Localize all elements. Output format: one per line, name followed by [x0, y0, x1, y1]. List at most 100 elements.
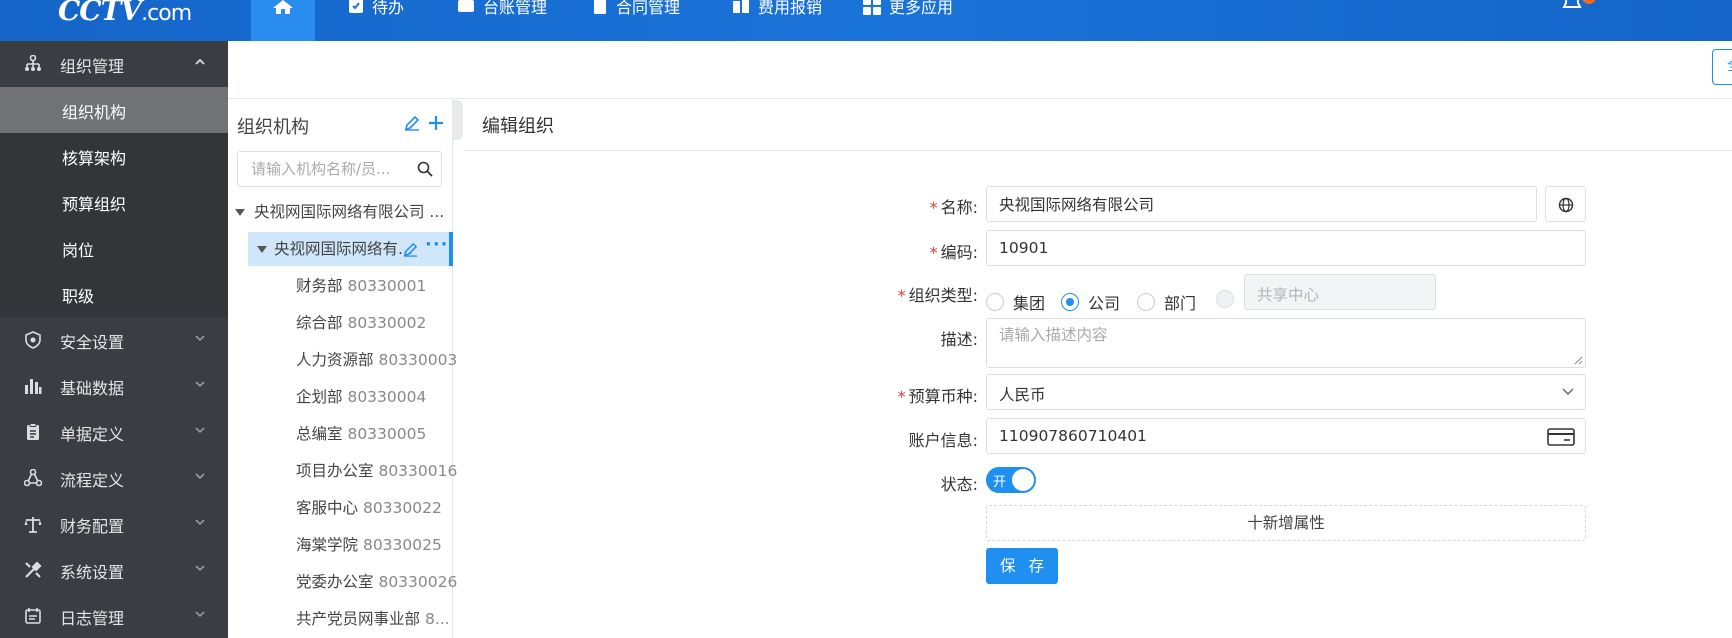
sidebar-group-label: 安全设置 [60, 333, 125, 352]
radio-circle-checked[interactable] [1061, 293, 1079, 311]
radio-department-type[interactable]: 部门 [1137, 290, 1196, 314]
tree-node-selected[interactable]: 央视网国际网络有... ··· [248, 232, 453, 266]
radio-company-type[interactable]: 公司 [1061, 290, 1120, 314]
tree-node-child[interactable]: 共产党员网事业部 8... [228, 602, 453, 636]
tree-node-child[interactable]: 客服中心 80330022 [228, 491, 453, 525]
sidebar-group-log-management[interactable]: 日志管理 [0, 593, 228, 638]
caret-down-icon[interactable] [235, 209, 245, 216]
org-type-label: * 组织类型: [898, 282, 978, 306]
caret-down-icon[interactable] [257, 246, 267, 253]
sidebar-item-org-structure[interactable]: 组织机构 [0, 87, 228, 133]
currency-select[interactable]: 人民币 [986, 374, 1586, 410]
sidebar-group-security[interactable]: 安全设置 [0, 317, 228, 363]
org-type-label-text: 组织类型: [908, 286, 978, 305]
tree-node-root[interactable]: 央视网国际网络有限公司 ... [228, 195, 453, 229]
add-attribute-button[interactable]: 十新增属性 [986, 505, 1586, 541]
tree-node-child[interactable]: 项目办公室 80330016 [228, 454, 457, 488]
sidebar-item-accounting-structure[interactable]: 核算架构 [0, 133, 228, 179]
strip-action-button[interactable]: 全 [1712, 49, 1732, 85]
sidebar-item-rank[interactable]: 职级 [0, 271, 228, 317]
nav-item-expense[interactable]: 费用报销 [732, 0, 822, 18]
chevron-down-icon [195, 519, 205, 526]
description-input[interactable] [987, 319, 1585, 367]
resize-handle-icon[interactable] [1573, 355, 1583, 365]
sidebar-item-budget-org[interactable]: 预算组织 [0, 179, 228, 225]
tree-title-actions [404, 115, 444, 131]
tree-node-child[interactable]: 海棠学院 80330025 [228, 528, 453, 562]
bell-icon[interactable] [1562, 0, 1582, 14]
required-mark: * [929, 198, 938, 217]
ledger-icon [458, 0, 474, 12]
nav-item-todo[interactable]: 待办 [348, 0, 404, 18]
sidebar-group-document-definition[interactable]: 单据定义 [0, 409, 228, 455]
language-button[interactable] [1545, 186, 1586, 222]
code-label-text: 编码: [940, 243, 978, 262]
nav-item-ledger[interactable]: 台账管理 [457, 0, 547, 18]
tree-node-code: 80330002 [347, 314, 427, 332]
tree-node-child[interactable]: 人力资源部 80330003 [228, 343, 457, 377]
sidebar-group-label: 单据定义 [60, 425, 125, 444]
radio-circle[interactable] [1137, 293, 1155, 311]
description-label-text: 描述: [940, 330, 978, 349]
contract-icon [594, 0, 606, 14]
search-icon[interactable] [417, 161, 433, 177]
radio-share-center-type [1216, 290, 1234, 308]
radio-label: 公司 [1088, 294, 1121, 313]
sidebar-group-basic-data[interactable]: 基础数据 [0, 363, 228, 409]
sidebar-group-process-definition[interactable]: 流程定义 [0, 455, 228, 501]
sidebar-group-org-management[interactable]: 组织管理 [0, 41, 228, 87]
nav-home-button[interactable] [251, 0, 315, 41]
chevron-down-icon [195, 381, 205, 388]
tree-node-child[interactable]: 总编室 80330005 [228, 417, 453, 451]
tree-node-label: 总编室 [296, 425, 343, 443]
edit-icon[interactable] [404, 115, 420, 131]
toolbar-strip: 全 [228, 41, 1732, 99]
cctv-logo[interactable]: CCTV.com [58, 0, 192, 27]
sidebar-item-position[interactable]: 岗位 [0, 225, 228, 271]
tree-node-child[interactable]: 党委办公室 80330026 [228, 565, 457, 599]
sidebar-item-label: 核算架构 [62, 149, 127, 168]
org-tree-panel: 组织机构 央视网国际网络有限公司 ... 央视网国际网络有... ··· 财务部… [228, 99, 457, 638]
nav-item-more-apps[interactable]: 更多应用 [863, 0, 953, 18]
status-toggle[interactable]: 开 [986, 467, 1036, 493]
edit-icon[interactable] [403, 242, 418, 257]
bar-chart-icon [25, 379, 42, 394]
radio-group-type[interactable]: 集团 [986, 290, 1045, 314]
tree-node-label: 企划部 [296, 388, 343, 406]
save-button[interactable]: 保 存 [986, 548, 1058, 584]
home-icon [273, 0, 293, 14]
collapse-handle[interactable] [453, 100, 463, 140]
bank-card-icon[interactable] [1547, 428, 1575, 446]
status-label-text: 状态: [940, 475, 978, 494]
tools-icon [25, 561, 42, 578]
more-icon[interactable]: ··· [425, 234, 449, 255]
tree-node-label: 央视网国际网络有限公司 ... [254, 203, 445, 221]
add-icon[interactable] [428, 115, 444, 131]
globe-icon [1558, 197, 1574, 213]
tree-node-code: 80330026 [378, 573, 458, 591]
sidebar-group-system-settings[interactable]: 系统设置 [0, 547, 228, 593]
tree-node-child[interactable]: 企划部 80330004 [228, 380, 453, 414]
radio-circle[interactable] [986, 293, 1004, 311]
account-input[interactable] [987, 419, 1585, 453]
tree-node-child[interactable]: 财务部 80330001 [228, 269, 453, 303]
logo-text: CCTV [58, 0, 142, 27]
tree-node-label: 财务部 [296, 277, 343, 295]
name-input[interactable] [987, 187, 1536, 221]
code-input[interactable] [987, 231, 1585, 265]
sidebar-group-label: 系统设置 [60, 563, 125, 582]
radio-label: 集团 [1013, 294, 1046, 313]
log-icon [25, 608, 41, 624]
sidebar-group-label: 流程定义 [60, 471, 125, 490]
sidebar-group-finance-config[interactable]: 财务配置 [0, 501, 228, 547]
nav-item-contract[interactable]: 合同管理 [592, 0, 680, 18]
nav-item-label: 合同管理 [616, 0, 681, 17]
chevron-down-icon [195, 427, 205, 434]
tree-search-input[interactable] [238, 152, 413, 186]
sidebar-group-label: 财务配置 [60, 517, 125, 536]
share-center-field: 共享中心 [1244, 274, 1436, 310]
tree-node-code: 80330025 [362, 536, 442, 554]
sidebar: 组织管理 组织机构 核算架构 预算组织 岗位 职级 安全设置 基础数据 单据定义… [0, 41, 228, 638]
required-mark: * [897, 286, 906, 305]
tree-node-child[interactable]: 综合部 80330002 [228, 306, 453, 340]
